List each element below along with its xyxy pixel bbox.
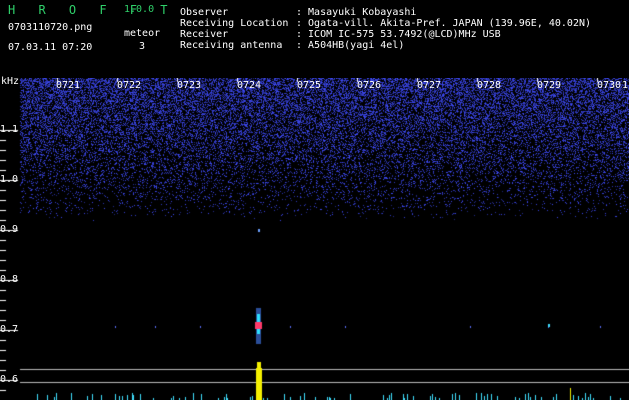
y-tick-label: 1.0 <box>0 174 19 185</box>
x-tick-label: 0728 <box>477 80 502 91</box>
y-tick-label: 1.1 <box>0 124 19 135</box>
y-tick-label: 0.8 <box>0 274 19 285</box>
axis-unit-label: kHz <box>1 76 20 87</box>
file-datetime: 07.03.11 07:20 <box>8 42 93 53</box>
antenna-label: Receiving antenna <box>180 40 283 51</box>
x-tick-label-tail: 1 <box>622 80 629 91</box>
antenna-value: : A504HB(yagi 4el) <box>296 40 405 51</box>
app-version: 1.0.0 <box>124 4 155 15</box>
x-tick-label: 0721 <box>56 80 81 91</box>
meteor-count: 3 <box>139 41 146 52</box>
observer-value: : Masayuki Kobayashi <box>296 7 417 18</box>
x-tick-label: 0724 <box>237 80 262 91</box>
receiver-label: Receiver <box>180 29 229 40</box>
x-tick-label: 0723 <box>177 80 202 91</box>
x-tick-label: 0730 <box>597 80 622 91</box>
x-tick-label: 0727 <box>417 80 442 91</box>
x-tick-label: 0725 <box>297 80 322 91</box>
file-name: 0703110720.png <box>8 22 93 33</box>
x-tick-label: 0722 <box>117 80 142 91</box>
location-value: : Ogata-vill. Akita-Pref. JAPAN (139.96E… <box>296 18 592 29</box>
x-tick-label: 0729 <box>537 80 562 91</box>
y-tick-label: 0.6 <box>0 374 19 385</box>
observer-label: Observer <box>180 7 229 18</box>
spectrogram-canvas <box>0 78 629 400</box>
meteor-label: meteor <box>124 28 161 39</box>
receiver-value: : ICOM IC-575 53.7492(@LCD)MHz USB <box>296 29 501 40</box>
x-tick-label: 0726 <box>357 80 382 91</box>
header-panel: H R O F F T 1.0.0 0703110720.png 07.03.1… <box>0 0 629 78</box>
y-tick-label: 0.7 <box>0 324 19 335</box>
location-label: Receiving Location <box>180 18 289 29</box>
y-tick-label: 0.9 <box>0 224 19 235</box>
